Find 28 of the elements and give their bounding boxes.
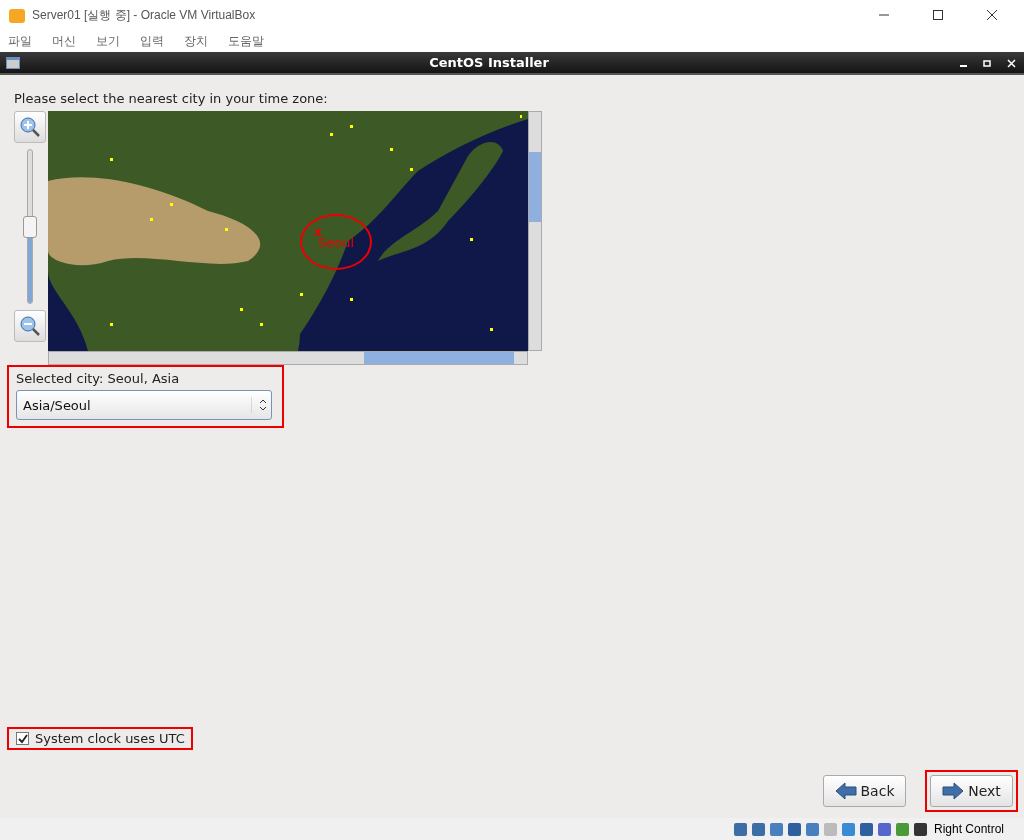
menu-item[interactable]: 도움말 [228, 32, 264, 50]
window-controls-icon[interactable] [958, 57, 1018, 68]
installer-title: CentOS Installer [428, 55, 550, 70]
arrow-left-icon [834, 782, 857, 800]
app-logo-icon [8, 6, 26, 24]
prompt-text: Please select the nearest city in your time zone: [14, 91, 329, 106]
timezone-dropdown[interactable]: Asia/Seoul [16, 390, 272, 420]
menu-item[interactable]: 보기 [96, 32, 120, 50]
utc-checkbox[interactable] [16, 732, 29, 745]
zoom-slider-thumb[interactable] [23, 215, 37, 238]
menu-item[interactable]: 장치 [184, 32, 208, 50]
maximize-icon [933, 10, 943, 20]
window-title: Server01 [실행 중] - Oracle VM VirtualBox [32, 6, 257, 24]
menu-item[interactable]: 파일 [8, 32, 32, 50]
back-button[interactable]: Back [823, 775, 906, 807]
selected-city-label: Selected city: Seoul, Asia [16, 371, 181, 386]
utc-label: System clock uses UTC [35, 731, 185, 746]
menu-item[interactable]: 입력 [140, 32, 164, 50]
arrow-right-icon [942, 782, 965, 800]
host-key-label: Right Control [933, 822, 1004, 836]
zoom-out-button[interactable] [14, 310, 46, 342]
next-button[interactable]: Next [930, 775, 1013, 807]
window-icon [6, 56, 20, 69]
horizontal-scrollbar[interactable] [48, 351, 528, 365]
vertical-scrollbar[interactable] [528, 111, 542, 351]
menu-item[interactable]: 머신 [52, 32, 76, 50]
close-icon [987, 10, 997, 20]
zoom-in-button[interactable] [14, 111, 46, 143]
